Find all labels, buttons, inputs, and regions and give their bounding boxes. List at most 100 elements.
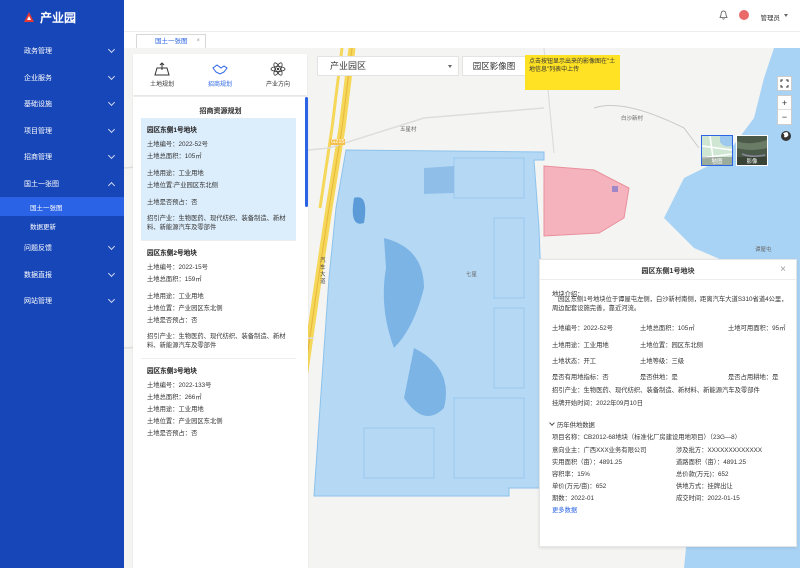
chevron-down-icon	[107, 269, 116, 277]
chevron-down-icon	[107, 242, 116, 251]
sidebar-item-label: 项目管理	[24, 127, 52, 135]
land-card[interactable]: 园区东侧3号地块 土地编号：2022-133号 土地总面积：266㎡ 土地用途：…	[141, 359, 296, 448]
sidebar-subitem-label: 国土一张图	[30, 204, 63, 212]
land-use: 土地用途：工业用地	[147, 406, 204, 413]
layer-map-thumb[interactable]: 地图	[701, 135, 733, 166]
history-road-area: 道路面积（亩）：4891.25	[676, 459, 746, 466]
detail-use: 土地用途：工业用地	[552, 342, 609, 349]
close-icon[interactable]: ×	[780, 264, 786, 275]
tool-land-planning[interactable]: 土地规划	[133, 54, 191, 95]
intro-text: 园区东侧1号地块位于谭屋屯左侧，白沙新村南侧，距离汽车大道S310省道4公里，周…	[552, 296, 788, 312]
zoom-out-button[interactable]: −	[778, 110, 791, 124]
land-location: 土地位置:产业园区东北侧	[147, 182, 219, 189]
detail-grade: 土地等级：三级	[640, 358, 685, 365]
username[interactable]: 管理员	[761, 12, 781, 22]
sidebar-item-label: 政务管理	[24, 48, 52, 56]
history-unit-price: 单价(万元/亩)：652	[552, 483, 607, 490]
investment-panel: 招商资源规划 园区东侧1号地块 土地编号：2022-52号 土地总面积：105㎡…	[133, 97, 308, 568]
land-location: 土地位置：产业园区东北侧	[147, 305, 223, 312]
sidebar-subitem-land-map[interactable]: 国土一张图	[0, 197, 124, 216]
layer-label: 影像	[737, 157, 767, 165]
sidebar-item-land-map[interactable]: 国土一张图	[0, 171, 124, 198]
sidebar-item-label: 问题反馈	[24, 245, 52, 253]
land-pre-occupied: 土地是否预占：否	[147, 317, 198, 324]
scrollbar-thumb[interactable]	[305, 97, 308, 207]
map-controls: + −	[777, 76, 792, 125]
land-planning-icon	[154, 61, 170, 75]
land-area: 土地总面积：159㎡	[147, 276, 202, 283]
history-label: 历年供地数据	[557, 422, 595, 429]
detail-cultivated: 是否占用耕地：是	[728, 374, 779, 381]
detail-status: 土地状态：开工	[552, 358, 597, 365]
history-period: 期数：2022-01	[552, 495, 594, 502]
sidebar-item-website[interactable]: 网站管理	[0, 288, 124, 315]
layer-label: 地图	[702, 157, 732, 165]
sidebar-item-label: 招商管理	[24, 154, 52, 162]
zoom-in-button[interactable]: +	[778, 96, 791, 110]
caret-down-icon[interactable]	[784, 14, 788, 17]
tool-investment-planning[interactable]: 招商规划	[191, 54, 249, 95]
bell-icon[interactable]	[719, 10, 728, 20]
sidebar-item-infra[interactable]: 基础设施	[0, 91, 124, 118]
tool-label: 招商规划	[207, 81, 232, 88]
history-deal-date: 成交时间：2022-01-15	[676, 495, 740, 502]
sidebar-item-label: 国土一张图	[24, 180, 59, 188]
fullscreen-icon[interactable]	[777, 76, 792, 91]
sidebar-item-label: 数据直报	[24, 271, 52, 279]
detail-area: 土地总面积：105㎡	[640, 325, 695, 332]
avatar[interactable]	[739, 10, 749, 20]
land-card[interactable]: 园区东侧1号地块 土地编号：2022-52号 土地总面积：105㎡ 土地用途：工…	[141, 118, 296, 241]
app-logo[interactable]: 产业园	[0, 0, 124, 34]
tool-label: 产业方向	[265, 81, 290, 88]
zoom-control: + −	[777, 95, 792, 125]
app-title: 产业园	[40, 10, 77, 25]
map-label: 谭屋屯	[755, 247, 772, 253]
globe-icon[interactable]	[780, 130, 792, 142]
tab-land-map[interactable]: 国土一张图 ×	[136, 34, 206, 48]
land-card-title: 园区东侧3号地块	[147, 368, 197, 375]
land-use: 土地用途：工业用地	[147, 293, 204, 300]
map-label: 白沙新村	[621, 116, 644, 122]
tip-note: 点击按钮显示出来的影像图在"土地信息"列表中上传	[525, 55, 620, 90]
logo-icon	[24, 12, 34, 22]
land-card[interactable]: 园区东侧2号地块 土地编号：2022-15号 土地总面积：159㎡ 土地用途：工…	[141, 241, 296, 359]
layer-satellite-thumb[interactable]: 影像	[736, 135, 768, 166]
tab-label: 国土一张图	[155, 38, 188, 45]
chevron-down-icon	[549, 420, 555, 426]
history-actual-area: 实用面积（亩）：4891.25	[552, 459, 622, 466]
road-label: 汽车大道	[320, 258, 326, 285]
chevron-down-icon	[107, 45, 116, 54]
land-industry: 招引产业：生物医药、现代纺织、装备制造、新材料、新能源汽车及零部件	[147, 333, 286, 349]
tab-bar: 国土一张图 ×	[124, 32, 800, 48]
sidebar-item-label: 企业服务	[24, 74, 52, 82]
park-image-button[interactable]: 园区影像图	[462, 56, 526, 76]
map-label: 五星村	[400, 127, 417, 133]
tool-strip: 土地规划 招商规划 产业方向	[133, 54, 307, 95]
sidebar-item-feedback[interactable]: 问题反馈	[0, 235, 124, 262]
tool-industry-direction[interactable]: 产业方向	[249, 54, 307, 95]
close-icon[interactable]: ×	[196, 35, 200, 48]
sidebar-item-project[interactable]: 项目管理	[0, 118, 124, 145]
park-select[interactable]: 产业园区	[317, 56, 459, 76]
sidebar-subitem-data-update[interactable]: 数据更新	[0, 216, 124, 235]
land-industry: 招引产业：生物医药、现代纺织、装备制造、新材料、新能源汽车及零部件	[147, 215, 286, 231]
history-section[interactable]: 历年供地数据	[549, 420, 595, 429]
sidebar-item-label: 基础设施	[24, 101, 52, 109]
chevron-down-icon	[107, 125, 116, 133]
land-code: 土地编号：2022-133号	[147, 382, 212, 389]
sidebar-item-gov[interactable]: 政务管理	[0, 38, 124, 65]
land-area: 土地总面积：105㎡	[147, 153, 202, 160]
land-card-title: 园区东侧1号地块	[147, 127, 197, 134]
land-pre-occupied: 土地是否预占：否	[147, 199, 198, 206]
detail-indicator: 是否有用地指标：否	[552, 374, 609, 381]
more-data-link[interactable]: 更多数据	[552, 505, 577, 514]
chevron-down-icon	[107, 295, 116, 304]
sidebar-item-enterprise[interactable]: 企业服务	[0, 65, 124, 92]
history-supply-method: 供地方式：挂牌出让	[676, 483, 733, 490]
land-code: 土地编号：2022-15号	[147, 264, 208, 271]
top-bar: 管理员	[124, 0, 800, 32]
layer-switcher: 地图 影像	[701, 135, 768, 166]
caret-down-icon	[448, 65, 452, 68]
sidebar-item-investment[interactable]: 招商管理	[0, 144, 124, 171]
sidebar-item-report[interactable]: 数据直报	[0, 262, 124, 289]
